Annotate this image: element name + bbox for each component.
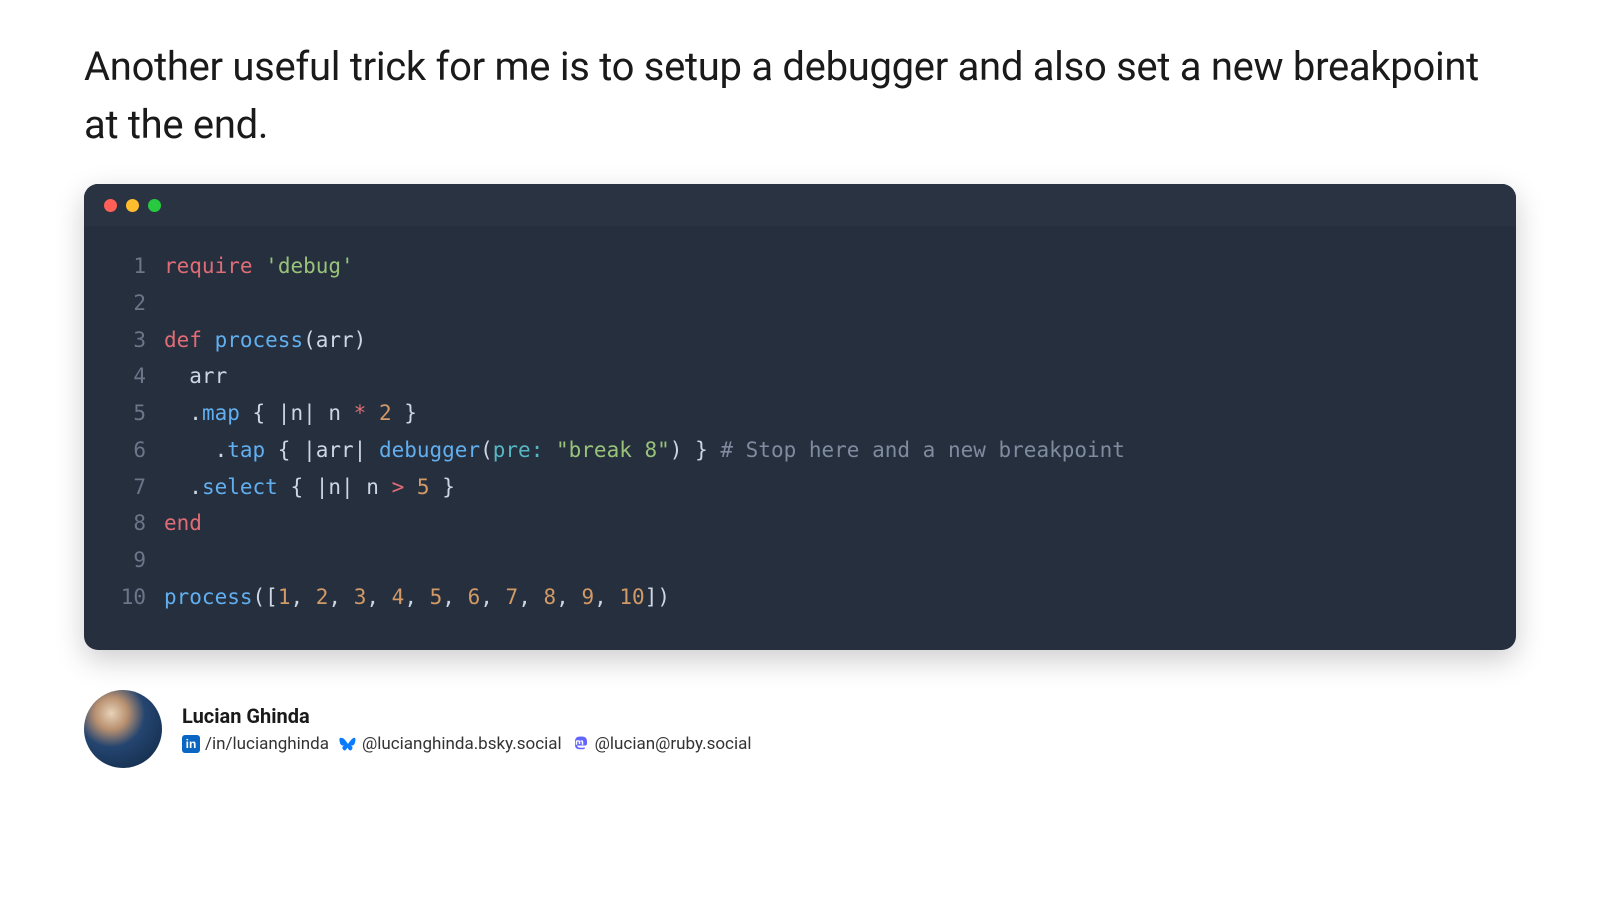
code-line: 4 arr (108, 358, 1492, 395)
line-number: 2 (108, 285, 146, 322)
line-number: 1 (108, 248, 146, 285)
bluesky-handle: @lucianghinda.bsky.social (362, 734, 562, 754)
line-number: 9 (108, 542, 146, 579)
author-footer: Lucian Ghinda in /in/lucianghinda @lucia… (84, 690, 1516, 768)
maximize-icon (148, 199, 161, 212)
code-line: 7 .select { |n| n > 5 } (108, 469, 1492, 506)
code-line: 10 process([1, 2, 3, 4, 5, 6, 7, 8, 9, 10… (108, 579, 1492, 616)
code-line: 9 (108, 542, 1492, 579)
line-content: .map { |n| n * 2 } (164, 395, 417, 432)
code-line: 5 .map { |n| n * 2 } (108, 395, 1492, 432)
line-content: process([1, 2, 3, 4, 5, 6, 7, 8, 9, 10]) (164, 579, 670, 616)
linkedin-link[interactable]: in /in/lucianghinda (182, 734, 329, 754)
mastodon-link[interactable]: @lucian@ruby.social (572, 734, 752, 754)
code-line: 3 def process(arr) (108, 322, 1492, 359)
social-links: in /in/lucianghinda @lucianghinda.bsky.s… (182, 734, 751, 754)
slide: Another useful trick for me is to setup … (0, 0, 1600, 900)
line-content: .tap { |arr| debugger(pre: "break 8") } … (164, 432, 1125, 469)
line-number: 8 (108, 505, 146, 542)
avatar (84, 690, 162, 768)
author-info: Lucian Ghinda in /in/lucianghinda @lucia… (182, 704, 751, 754)
line-number: 3 (108, 322, 146, 359)
bluesky-link[interactable]: @lucianghinda.bsky.social (339, 734, 562, 754)
line-number: 4 (108, 358, 146, 395)
linkedin-handle: /in/lucianghinda (205, 734, 329, 754)
author-name: Lucian Ghinda (182, 704, 751, 728)
code-line: 2 (108, 285, 1492, 322)
code-line: 1 require 'debug' (108, 248, 1492, 285)
minimize-icon (126, 199, 139, 212)
close-icon (104, 199, 117, 212)
code-block: 1require 'debug'23def process(arr)4 arr5… (84, 226, 1516, 650)
code-line: 8 end (108, 505, 1492, 542)
mastodon-handle: @lucian@ruby.social (595, 734, 752, 754)
line-number: 5 (108, 395, 146, 432)
line-content: .select { |n| n > 5 } (164, 469, 455, 506)
line-content: arr (164, 358, 227, 395)
line-number: 6 (108, 432, 146, 469)
line-number: 10 (108, 579, 146, 616)
linkedin-icon: in (182, 735, 200, 753)
window-titlebar (84, 184, 1516, 226)
line-content: end (164, 505, 202, 542)
line-content: require 'debug' (164, 248, 354, 285)
slide-heading: Another useful trick for me is to setup … (84, 38, 1516, 154)
bluesky-icon (339, 735, 357, 753)
mastodon-icon (572, 735, 590, 753)
code-line: 6 .tap { |arr| debugger(pre: "break 8") … (108, 432, 1492, 469)
line-content: def process(arr) (164, 322, 366, 359)
code-window: 1require 'debug'23def process(arr)4 arr5… (84, 184, 1516, 650)
line-number: 7 (108, 469, 146, 506)
